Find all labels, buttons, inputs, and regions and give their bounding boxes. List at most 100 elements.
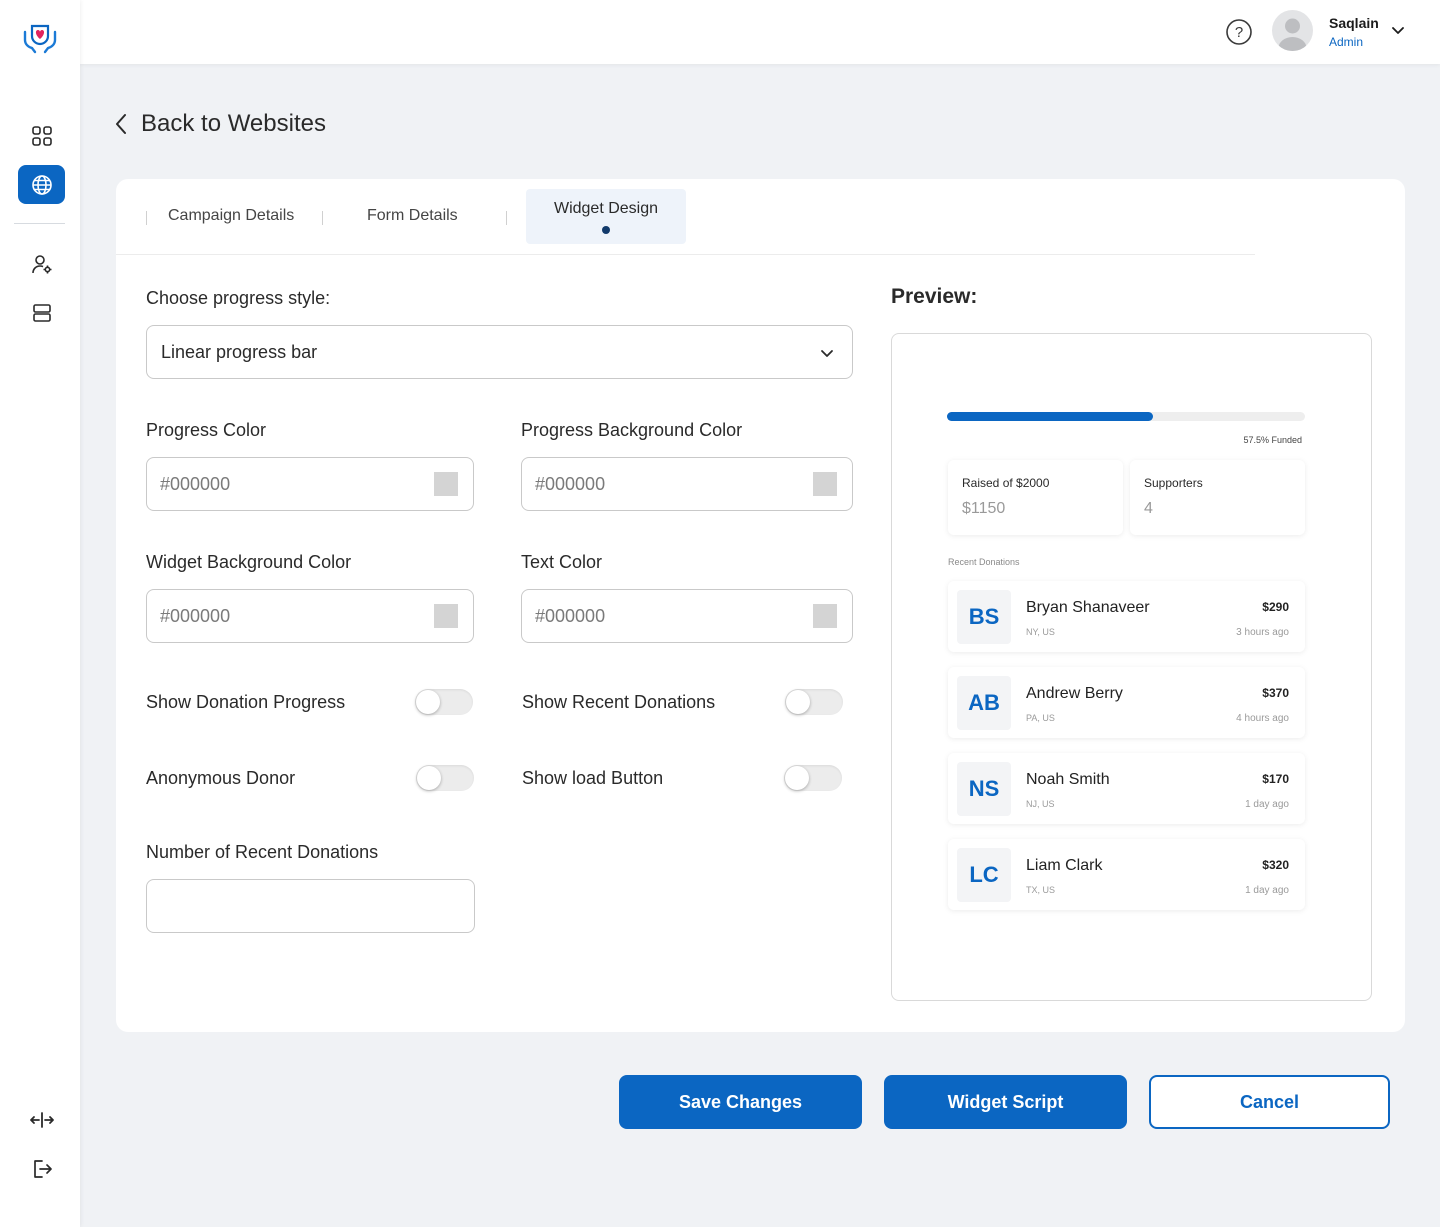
donation-amount: $370 [1262, 686, 1289, 700]
donation-item: AB Andrew Berry PA, US $370 4 hours ago [948, 667, 1305, 738]
logout-icon [33, 1159, 52, 1178]
chevron-down-icon[interactable] [1390, 22, 1406, 38]
donation-time: 3 hours ago [1236, 627, 1289, 638]
show-donation-progress-toggle[interactable] [415, 689, 473, 715]
back-label: Back to Websites [141, 110, 326, 137]
donation-amount: $290 [1262, 600, 1289, 614]
server-icon [32, 303, 51, 322]
num-recent-donations-label: Number of Recent Donations [146, 842, 379, 862]
color-swatch[interactable] [813, 604, 837, 628]
sidebar-divider [14, 223, 65, 224]
color-swatch[interactable] [434, 472, 458, 496]
progress-bg-color-input[interactable]: #000000 [521, 457, 853, 511]
donation-item: LC Liam Clark TX, US $320 1 day ago [948, 839, 1305, 910]
color-swatch[interactable] [813, 472, 837, 496]
logout-button[interactable] [18, 1149, 65, 1188]
avatar[interactable] [1272, 10, 1313, 51]
collapse-sidebar-button[interactable] [18, 1100, 65, 1139]
svg-text:?: ? [1235, 24, 1243, 41]
anonymous-donor-toggle[interactable] [416, 765, 474, 791]
sidebar-item-websites[interactable] [18, 165, 65, 204]
anonymous-donor-label: Anonymous Donor [146, 768, 296, 788]
progress-color-input[interactable]: #000000 [146, 457, 474, 511]
toggle-knob [416, 690, 440, 714]
donation-item: BS Bryan Shanaveer NY, US $290 3 hours a… [948, 581, 1305, 652]
widget-bg-color-label: Widget Background Color [146, 552, 352, 572]
show-load-button-toggle[interactable] [784, 765, 842, 791]
preview-title: Preview: [891, 285, 978, 308]
grid-icon [31, 125, 52, 146]
progress-bg-color-label: Progress Background Color [521, 420, 743, 440]
donor-location: TX, US [1026, 885, 1056, 895]
donor-location: PA, US [1026, 713, 1055, 723]
globe-icon [31, 174, 52, 195]
tabs-underline [116, 254, 1255, 255]
donor-initials: BS [957, 590, 1011, 644]
donor-location: NY, US [1026, 627, 1055, 637]
donation-amount: $320 [1262, 858, 1289, 872]
num-recent-donations-input[interactable] [146, 879, 475, 933]
supporters-stat: Supporters 4 [1130, 460, 1305, 535]
progress-color-value: #000000 [160, 474, 231, 494]
toggle-knob [417, 766, 441, 790]
donor-initials: LC [957, 848, 1011, 902]
raised-label: Raised of $2000 [962, 476, 1050, 490]
toggle-knob [786, 690, 810, 714]
toggle-knob [785, 766, 809, 790]
sidebar [0, 0, 80, 1227]
tab-widget-design-label: Widget Design [553, 200, 659, 217]
recent-donations-label: Recent Donations [948, 557, 1020, 567]
question-icon[interactable]: ? [1225, 18, 1253, 46]
donation-time: 1 day ago [1245, 799, 1289, 810]
progress-color-label: Progress Color [146, 420, 267, 440]
widget-bg-color-input[interactable]: #000000 [146, 589, 474, 643]
show-load-button-label: Show load Button [522, 768, 664, 788]
widget-bg-color-value: #000000 [160, 606, 231, 626]
back-to-websites-link[interactable]: Back to Websites [113, 110, 326, 138]
progress-bar-track [947, 412, 1305, 421]
widget-script-button[interactable]: Widget Script [884, 1075, 1127, 1129]
donation-time: 1 day ago [1245, 885, 1289, 896]
text-color-value: #000000 [535, 606, 606, 626]
color-swatch[interactable] [434, 604, 458, 628]
tab-form-details[interactable]: Form Details [367, 207, 458, 225]
progress-style-select[interactable]: Linear progress bar [146, 325, 853, 379]
donation-time: 4 hours ago [1236, 713, 1289, 724]
user-gear-icon [31, 254, 51, 273]
widget-settings-card: Campaign Details Form Details Widget Des… [116, 179, 1405, 1032]
sidebar-item-storage[interactable] [18, 293, 65, 332]
show-recent-donations-toggle[interactable] [785, 689, 843, 715]
donor-name: Andrew Berry [1026, 685, 1123, 702]
progress-style-label: Choose progress style: [146, 288, 331, 308]
progress-bg-color-value: #000000 [535, 474, 606, 494]
donor-name: Bryan Shanaveer [1026, 599, 1150, 616]
show-donation-progress-label: Show Donation Progress [146, 692, 346, 712]
chevron-down-icon [821, 350, 833, 357]
show-recent-donations-label: Show Recent Donations [522, 692, 716, 712]
active-tab-indicator [602, 226, 610, 234]
raised-stat: Raised of $2000 $1150 [948, 460, 1123, 535]
supporters-label: Supporters [1144, 476, 1203, 490]
widget-preview: 57.5% Funded Raised of $2000 $1150 Suppo… [891, 333, 1372, 1001]
sidebar-item-dashboard[interactable] [18, 116, 65, 155]
progress-style-value: Linear progress bar [161, 342, 318, 362]
user-role: Admin [1329, 35, 1364, 49]
sidebar-item-users[interactable] [18, 244, 65, 283]
cancel-button[interactable]: Cancel [1149, 1075, 1390, 1129]
text-color-input[interactable]: #000000 [521, 589, 853, 643]
donor-name: Liam Clark [1026, 857, 1103, 874]
raised-value: $1150 [962, 500, 1006, 517]
donor-location: NJ, US [1026, 799, 1055, 809]
chevron-left-icon [116, 114, 126, 134]
donation-item: NS Noah Smith NJ, US $170 1 day ago [948, 753, 1305, 824]
donation-amount: $170 [1262, 772, 1289, 786]
heart-hands-logo-icon[interactable] [22, 18, 58, 54]
tab-widget-design[interactable]: Widget Design [526, 189, 686, 244]
tab-separator [146, 211, 147, 225]
donor-name: Noah Smith [1026, 771, 1110, 788]
donor-initials: AB [957, 676, 1011, 730]
donor-initials: NS [957, 762, 1011, 816]
save-changes-button[interactable]: Save Changes [619, 1075, 862, 1129]
tab-separator [506, 211, 507, 225]
tab-campaign-details[interactable]: Campaign Details [168, 207, 294, 225]
